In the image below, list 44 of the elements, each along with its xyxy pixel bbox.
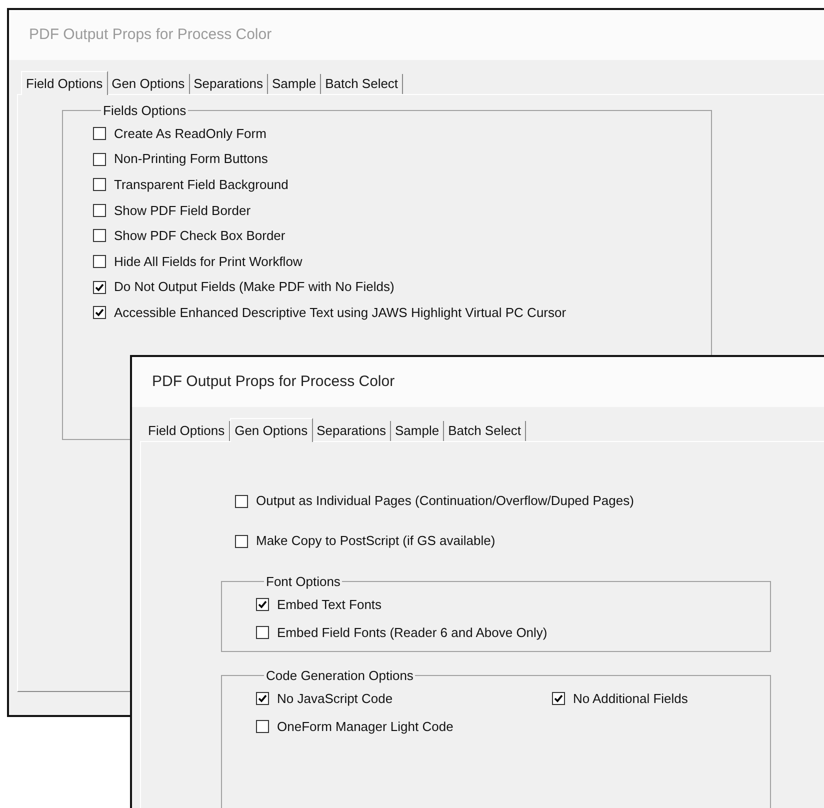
checkbox[interactable]	[93, 127, 106, 140]
tab[interactable]: Gen Options	[108, 74, 190, 94]
checkbox[interactable]	[93, 178, 106, 192]
tab[interactable]: Field Options	[21, 71, 108, 95]
checkbox[interactable]	[235, 494, 248, 508]
checkbox-label: Show PDF Field Border	[114, 202, 251, 220]
checkbox-label: Create As ReadOnly Form	[114, 124, 266, 143]
tab[interactable]: Separations	[312, 421, 391, 441]
tab[interactable]: Sample	[390, 421, 444, 441]
checkbox-label: Make Copy to PostScript (if GS available)	[256, 532, 496, 550]
checkbox[interactable]	[235, 534, 248, 548]
tab[interactable]: Separations	[190, 74, 268, 94]
checkbox[interactable]	[93, 254, 106, 268]
checkbox[interactable]	[256, 598, 269, 611]
checkbox-label: Embed Text Fonts	[277, 596, 382, 614]
group-title: Code Generation Options	[265, 667, 414, 685]
tab[interactable]: Gen Options	[230, 418, 313, 442]
checkbox[interactable]	[256, 720, 269, 733]
checkbox-label: OneForm Manager Light Code	[277, 718, 454, 736]
checkbox[interactable]	[93, 306, 106, 320]
checkbox-label: Output as Individual Pages (Continuation/Overflow/Duped Pages)	[256, 492, 634, 510]
checkbox-label: Embed Field Fonts (Reader 6 and Above Only)	[277, 624, 548, 642]
checkbox-label: Hide All Fields for Print Workflow	[114, 252, 302, 271]
checkbox-label: No Additional Fields	[573, 690, 688, 708]
checkbox[interactable]	[552, 692, 565, 705]
window-title: PDF Output Props for Process Color	[29, 24, 272, 45]
checkbox-label: No JavaScript Code	[277, 690, 393, 708]
window-title: PDF Output Props for Process Color	[152, 372, 395, 392]
checkbox-label: Do Not Output Fields (Make PDF with No Fields)	[114, 278, 394, 296]
tab[interactable]: Sample	[268, 74, 322, 94]
checkbox[interactable]	[256, 626, 269, 639]
checkbox[interactable]	[93, 229, 106, 242]
checkbox-label: Accessible Enhanced Descriptive Text using JAWS Highlight Virtual PC Cursor	[114, 304, 566, 322]
checkbox[interactable]	[256, 692, 269, 705]
tab[interactable]: Batch Select	[444, 421, 526, 441]
checkbox-label: Show PDF Check Box Border	[114, 227, 286, 246]
group-title: Font Options	[265, 573, 342, 591]
checkbox[interactable]	[93, 280, 106, 294]
checkbox[interactable]	[93, 204, 106, 217]
checkbox-label: Non-Printing Form Buttons	[114, 150, 268, 168]
tab[interactable]: Batch Select	[321, 74, 404, 94]
checkbox[interactable]	[93, 152, 106, 166]
group-title: Fields Options	[102, 102, 188, 120]
checkbox-label: Transparent Field Background	[114, 176, 288, 194]
